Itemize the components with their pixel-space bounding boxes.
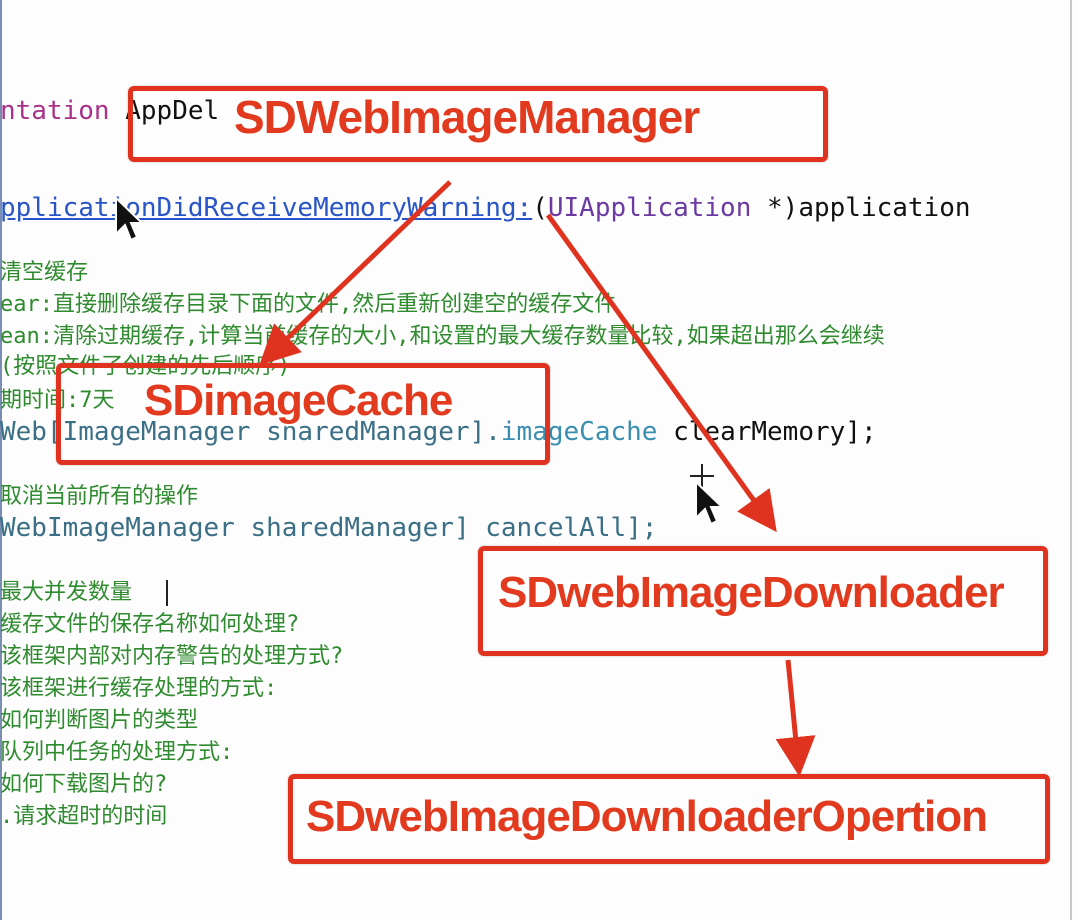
manager-label: SDWebImageManager (234, 91, 700, 143)
arrow-cursor-icon (115, 196, 144, 242)
screenshot-frame: ntation AppDel pplicationDidReceiveMemor… (0, 0, 1078, 920)
method-link[interactable]: pplicationDidReceiveMemoryWarning: (0, 193, 532, 223)
note-line-2: 缓存文件的保存名称如何处理? (0, 612, 300, 637)
arrow-downloader-to-operation (775, 659, 816, 777)
downloader-label: SDwebImageDownloader (498, 568, 1005, 617)
arrow-manager-to-downloader (545, 213, 777, 533)
text-caret (166, 580, 168, 606)
note-line-3: 该框架内部对内存警告的处理方式? (0, 644, 344, 669)
editor-right-border (1070, 0, 1072, 920)
cache-label: SDimageCache (144, 376, 453, 425)
comment-line-clear: ear:直接删除缓存目录下面的文件,然后重新创建空的缓存文件 (0, 292, 617, 317)
note-line-6: 队列中任务的处理方式: (0, 740, 234, 765)
note-line-5: 如何判断图片的类型 (0, 708, 199, 733)
code-line-method-signature: pplicationDidReceiveMemoryWarning:(UIApp… (0, 193, 971, 223)
comment-line-clean: ean:清除过期缓存,计算当前缓存的大小,和设置的最大缓存数量比较,如果超出那么… (0, 324, 885, 349)
note-line-8: .请求超时的时间 (0, 804, 168, 829)
comment-line-cancel-all: 取消当前所有的操作 (0, 484, 199, 509)
note-line-7: 如何下载图片的? (0, 772, 168, 797)
code-line-cancel-all: WebImageManager sharedManager] cancelAll… (0, 513, 658, 543)
crosshair-cursor-icon (690, 464, 725, 526)
operation-label: SDwebImageDownloaderOpertion (306, 792, 988, 841)
comment-line-clear-cache: 清空缓存 (0, 260, 89, 285)
note-line-1: 最大并发数量 (0, 580, 133, 605)
note-line-4: 该框架进行缓存处理的方式: (0, 676, 278, 701)
